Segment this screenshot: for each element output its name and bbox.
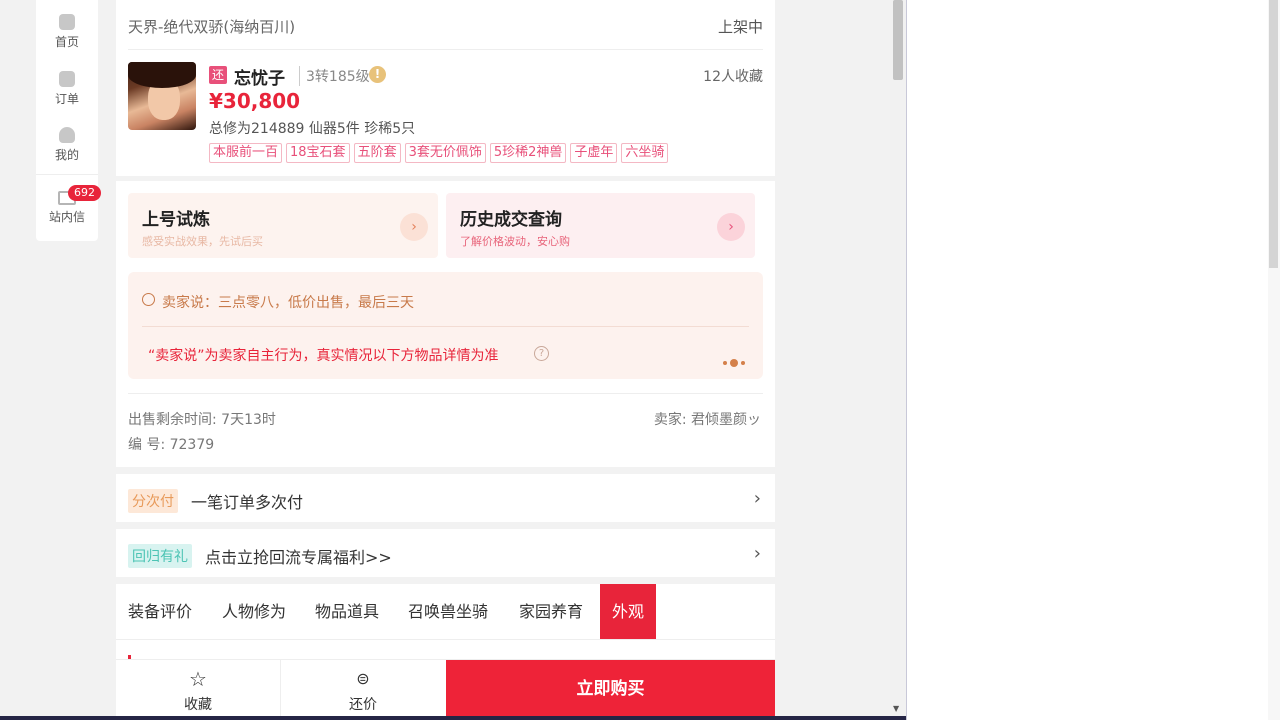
page-scrollbar[interactable] xyxy=(890,0,906,720)
seller-says-box: 卖家说：三点零八，低价出售，最后三天 “卖家说”为卖家自主行为，真实情况以下方物… xyxy=(128,272,763,379)
favorite-count: 12人收藏 xyxy=(703,69,763,85)
counter-offer-button[interactable]: ⊜ 还价 xyxy=(281,660,445,717)
return-gift-tag: 回归有礼 xyxy=(128,544,192,568)
avatar-hair xyxy=(128,62,196,88)
page-scrollbar-thumb[interactable] xyxy=(893,0,903,80)
nav-mine[interactable]: 我的 xyxy=(36,127,98,163)
tab-items[interactable]: 物品道具 xyxy=(303,584,391,639)
scroll-down-arrow-icon[interactable]: ▼ xyxy=(893,704,899,713)
feature-tag: 六坐骑 xyxy=(621,143,669,163)
chevron-right-icon: › xyxy=(753,488,761,509)
seller-says-text: 卖家说：三点零八，低价出售，最后三天 xyxy=(162,295,414,311)
detail-tabs: 装备评价 人物修为 物品道具 召唤兽坐骑 家园养育 外观 xyxy=(116,584,775,659)
trial-arrow-icon[interactable]: › xyxy=(400,213,428,241)
right-scrollbar-thumb[interactable] xyxy=(1269,0,1278,268)
listing-status: 上架中 xyxy=(717,18,763,36)
tab-home[interactable]: 家园养育 xyxy=(507,584,595,639)
order-icon xyxy=(59,71,75,87)
installment-row[interactable]: 分次付 一笔订单多次付 › xyxy=(116,474,775,522)
yen-circle-icon: ⊜ xyxy=(356,669,370,688)
installment-text: 一笔订单多次付 xyxy=(191,493,304,512)
nav-home[interactable]: 首页 xyxy=(36,14,98,50)
tab-appearance[interactable]: 外观 xyxy=(600,584,657,639)
feature-tag: 五阶套 xyxy=(353,143,401,163)
installment-tag: 分次付 xyxy=(128,489,178,513)
chevron-right-icon: › xyxy=(753,543,761,564)
remaining-time: 出售剩余时间: 7天13时 xyxy=(128,412,276,428)
listing-price: ¥30,800 xyxy=(209,89,301,113)
title-divider xyxy=(128,49,763,50)
right-scrollbar[interactable] xyxy=(1268,0,1280,720)
feature-tag: 本服前一百 xyxy=(209,143,283,163)
tab-pets-mounts[interactable]: 召唤兽坐骑 xyxy=(396,584,500,639)
serial-number: 编 号: 72379 xyxy=(128,437,215,453)
trial-play-card[interactable]: 上号试炼 感受实战效果，先试后买 › xyxy=(128,193,438,258)
star-icon: ☆ xyxy=(189,667,207,691)
help-icon[interactable]: ? xyxy=(534,346,549,361)
bottom-action-bar: ☆ 收藏 ⊜ 还价 立即购买 xyxy=(116,659,775,717)
nav-messages-label: 站内信 xyxy=(48,210,85,224)
nav-orders[interactable]: 订单 xyxy=(36,71,98,107)
favorite-button[interactable]: ☆ 收藏 xyxy=(116,660,280,717)
character-avatar[interactable] xyxy=(128,62,196,130)
feature-tag: 5珍稀2神兽 xyxy=(489,143,567,163)
character-level: 3转185级 xyxy=(299,66,370,86)
trial-title: 上号试炼 xyxy=(142,210,210,230)
counter-tag-badge: 还 xyxy=(209,66,227,84)
feature-tag: 18宝石套 xyxy=(286,143,350,163)
trial-subtitle: 感受实战效果，先试后买 xyxy=(142,235,263,248)
counter-offer-label: 还价 xyxy=(349,697,377,713)
more-dots-icon[interactable] xyxy=(723,352,748,371)
home-icon xyxy=(59,14,75,30)
nav-home-label: 首页 xyxy=(54,35,79,49)
character-stats: 总修为214889 仙器5件 珍稀5只 xyxy=(209,121,416,137)
feature-tag: 子虚年 xyxy=(570,143,618,163)
right-blank-panel xyxy=(906,0,1280,720)
listing-card: 天界-绝代双骄(海纳百川) 上架中 还 忘忧子 3转185级 ! 12人收藏 ¥… xyxy=(116,0,775,176)
nav-orders-label: 订单 xyxy=(54,92,79,106)
server-name: 天界-绝代双骄(海纳百川) xyxy=(128,18,296,36)
main-content: 天界-绝代双骄(海纳百川) 上架中 还 忘忧子 3转185级 ! 12人收藏 ¥… xyxy=(116,0,775,720)
user-icon xyxy=(59,127,75,143)
feature-tags: 本服前一百 18宝石套 五阶套 3套无价佩饰 5珍稀2神兽 子虚年 六坐骑 xyxy=(209,141,769,163)
tab-equipment[interactable]: 装备评价 xyxy=(116,584,204,639)
tab-character[interactable]: 人物修为 xyxy=(210,584,298,639)
history-subtitle: 了解价格波动，安心购 xyxy=(460,235,570,248)
tabs-divider xyxy=(116,639,775,640)
info-divider xyxy=(128,393,763,394)
history-arrow-icon[interactable]: › xyxy=(717,213,745,241)
return-gift-row[interactable]: 回归有礼 点击立抢回流专属福利>> › xyxy=(116,529,775,577)
mail-badge: 692 xyxy=(68,185,101,201)
chat-icon xyxy=(142,293,155,306)
seller-divider xyxy=(142,326,749,327)
history-title: 历史成交查询 xyxy=(460,210,562,230)
side-navigation: 首页 订单 我的 站内信 692 xyxy=(36,0,101,241)
listing-title-row: 天界-绝代双骄(海纳百川) 上架中 xyxy=(128,16,763,37)
favorite-label: 收藏 xyxy=(184,697,212,713)
nav-mine-label: 我的 xyxy=(54,148,79,162)
warning-icon[interactable]: ! xyxy=(369,66,386,83)
seller-name[interactable]: 卖家: 君倾墨颜ッ xyxy=(654,409,761,429)
return-gift-text: 点击立抢回流专属福利>> xyxy=(205,548,392,567)
buy-now-button[interactable]: 立即购买 xyxy=(446,660,775,717)
seller-disclaimer: “卖家说”为卖家自主行为，真实情况以下方物品详情为准 xyxy=(148,348,499,364)
window-bottom-edge xyxy=(0,716,906,720)
character-name: 忘忧子 xyxy=(234,69,285,89)
feature-tag: 3套无价佩饰 xyxy=(404,143,486,163)
nav-divider xyxy=(36,174,98,175)
history-deals-card[interactable]: 历史成交查询 了解价格波动，安心购 › xyxy=(446,193,755,258)
